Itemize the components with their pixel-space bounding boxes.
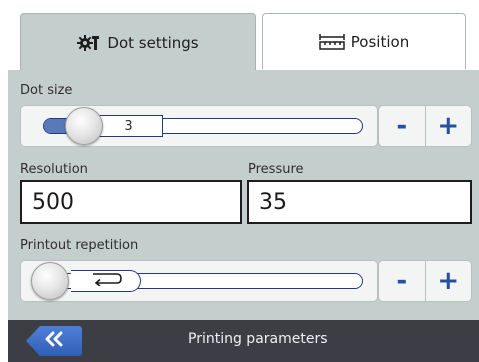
gears-icon <box>77 33 101 53</box>
printout-repetition-knob[interactable] <box>31 262 69 300</box>
dot-size-stepper: - + <box>378 105 472 147</box>
repeat-icon <box>89 272 123 290</box>
tab-dot-settings[interactable]: Dot settings <box>20 13 256 71</box>
printout-repetition-minus-button[interactable]: - <box>379 261 425 301</box>
dot-size-knob[interactable] <box>65 107 103 145</box>
footer-title: Printing parameters <box>188 331 328 347</box>
footer-bar: Printing parameters <box>8 320 479 362</box>
dot-settings-panel: Dot size 3 - + Resolution 500 Pressure 3… <box>8 70 479 320</box>
tab-dot-settings-label: Dot settings <box>107 33 199 52</box>
resolution-label: Resolution <box>20 162 88 177</box>
double-chevron-left-icon <box>43 331 65 351</box>
printout-repetition-stepper: - + <box>378 260 472 302</box>
printout-repetition-value <box>71 270 141 292</box>
dot-size-slider[interactable]: 3 <box>20 105 378 147</box>
pressure-field[interactable]: 35 <box>247 180 472 224</box>
tab-position[interactable]: Position <box>262 13 466 69</box>
pressure-label: Pressure <box>248 162 304 177</box>
back-button[interactable] <box>26 326 82 356</box>
ruler-icon <box>319 33 345 51</box>
printout-repetition-slider[interactable] <box>20 260 378 302</box>
dot-size-minus-button[interactable]: - <box>379 106 425 146</box>
tab-bar: Dot settings Position <box>0 0 479 71</box>
resolution-field[interactable]: 500 <box>20 180 242 224</box>
tab-position-label: Position <box>350 32 410 51</box>
dot-size-value: 3 <box>95 115 163 137</box>
printout-repetition-label: Printout repetition <box>20 238 139 253</box>
dot-size-label: Dot size <box>20 83 73 98</box>
printout-repetition-plus-button[interactable]: + <box>426 261 472 301</box>
dot-size-plus-button[interactable]: + <box>426 106 472 146</box>
